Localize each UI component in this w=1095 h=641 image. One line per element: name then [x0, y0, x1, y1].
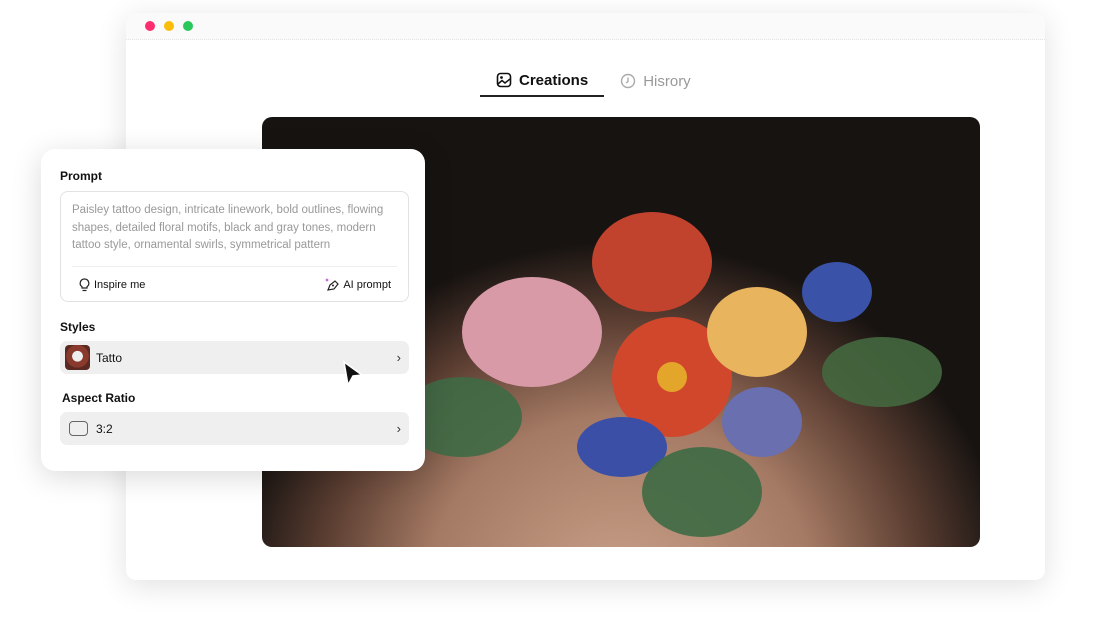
- ai-prompt-button[interactable]: AI prompt: [319, 277, 397, 292]
- chevron-right-icon: ›: [396, 421, 401, 436]
- tab-creations[interactable]: Creations: [480, 65, 605, 97]
- inspire-me-label: Inspire me: [94, 278, 146, 291]
- style-value: Tatto: [96, 350, 123, 365]
- generation-settings-panel: Prompt Paisley tattoo design, intricate …: [41, 149, 425, 471]
- prompt-input[interactable]: Paisley tattoo design, intricate linewor…: [60, 191, 409, 302]
- chevron-right-icon: ›: [396, 350, 401, 365]
- image-icon: [496, 72, 512, 88]
- tab-label: Creations: [519, 71, 589, 89]
- styles-label: Styles: [60, 320, 96, 334]
- close-window-button[interactable]: [145, 21, 155, 31]
- skull-thumbnail-icon: [65, 345, 90, 370]
- tab-label: Hisrory: [643, 72, 691, 90]
- tab-bar: Creations Hisrory: [480, 65, 707, 97]
- aspect-ratio-label: Aspect Ratio: [62, 391, 136, 405]
- tab-history[interactable]: Hisrory: [604, 65, 707, 97]
- inspire-me-button[interactable]: Inspire me: [72, 277, 151, 292]
- aspect-ratio-value: 3:2: [96, 421, 113, 436]
- maximize-window-button[interactable]: [183, 21, 193, 31]
- mouse-cursor-icon: [342, 360, 365, 388]
- ai-prompt-label: AI prompt: [343, 278, 391, 291]
- clock-icon: [620, 73, 636, 89]
- minimize-window-button[interactable]: [164, 21, 174, 31]
- lightbulb-icon: [79, 277, 90, 291]
- title-bar: [126, 13, 1045, 40]
- aspect-ratio-selector[interactable]: 3:2 ›: [60, 412, 409, 445]
- prompt-label: Prompt: [60, 169, 102, 183]
- prompt-text: Paisley tattoo design, intricate linewor…: [72, 204, 384, 251]
- aspect-ratio-icon: [69, 421, 88, 436]
- magic-pen-icon: [325, 278, 340, 291]
